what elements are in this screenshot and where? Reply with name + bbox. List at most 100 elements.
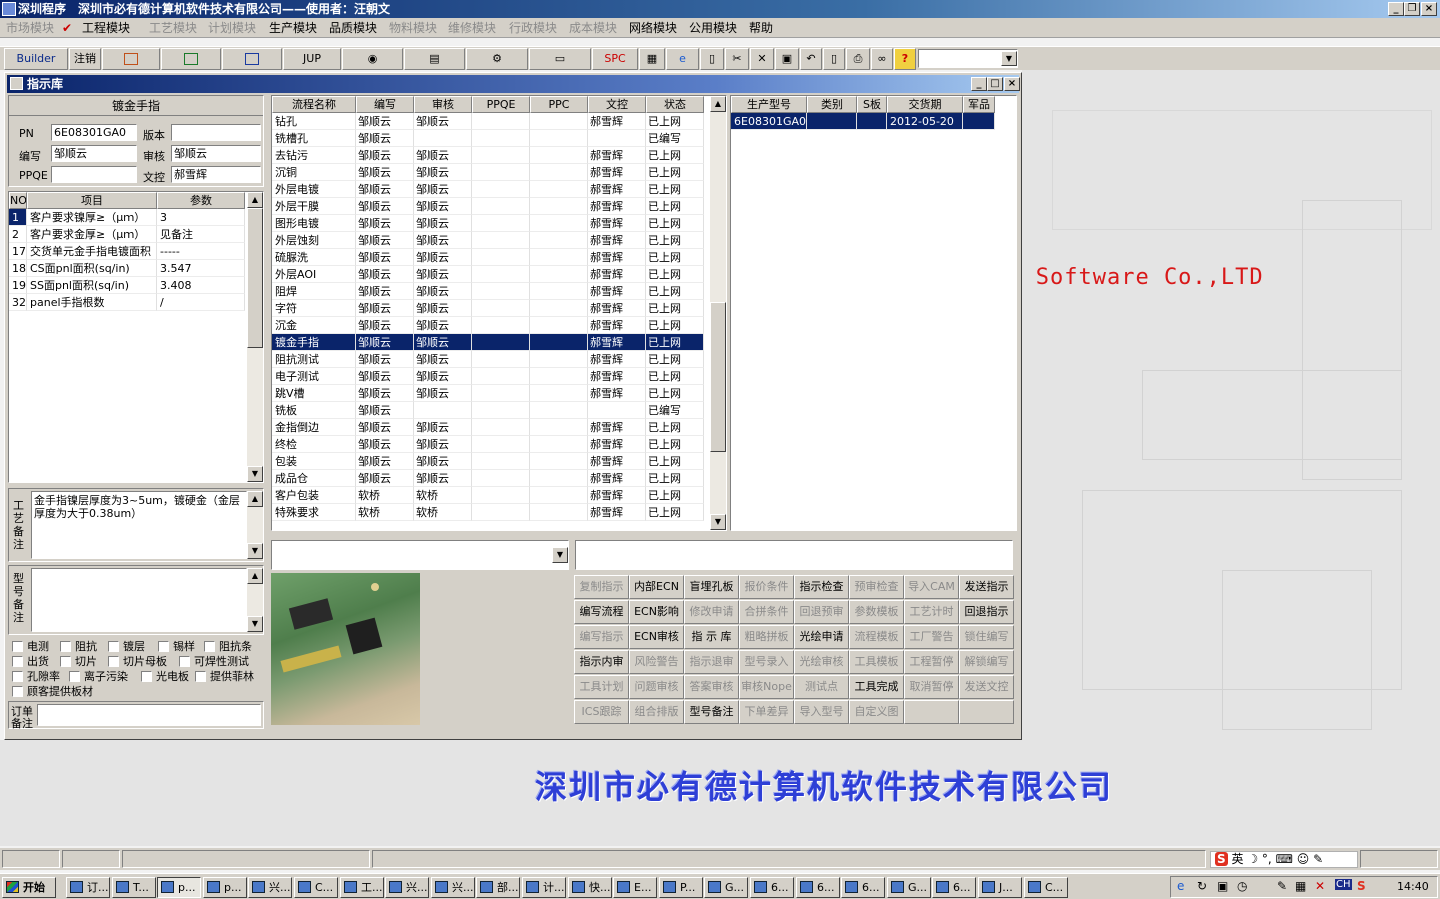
flow-cell[interactable]: 邹顺云 (356, 249, 414, 266)
toolbar-combo[interactable]: ▼ (918, 49, 1018, 68)
params-col-item[interactable]: 项目 (27, 192, 157, 209)
flow-cell[interactable] (472, 487, 530, 504)
scroll-up-icon[interactable]: ▲ (247, 491, 263, 507)
network-button[interactable]: ⚙ (466, 48, 528, 70)
flow-cell[interactable] (472, 385, 530, 402)
taskbar-item[interactable]: G... (887, 877, 931, 898)
flow-cell[interactable]: 邹顺云 (414, 453, 472, 470)
punct-icon[interactable]: °, (1262, 852, 1272, 866)
flow-cell[interactable]: 邹顺云 (356, 402, 414, 419)
close-button[interactable]: × (1421, 2, 1437, 16)
chk-customer-board[interactable]: 顾客提供板材 (12, 685, 93, 698)
flow-cell[interactable]: 邹顺云 (356, 470, 414, 487)
help-button[interactable]: ? (894, 48, 916, 70)
flow-cell[interactable]: 邹顺云 (356, 334, 414, 351)
taskbar-item[interactable]: 兴... (385, 877, 429, 898)
taskbar-item[interactable]: G... (704, 877, 748, 898)
flow-cell[interactable]: 已上网 (646, 215, 704, 232)
params-cell[interactable]: 2 (9, 226, 27, 243)
params-cell[interactable]: 1 (9, 209, 27, 226)
flow-col-reviewer[interactable]: 审核 (414, 96, 472, 113)
model-col-sboard[interactable]: S板 (857, 96, 887, 113)
flow-cell[interactable]: 已上网 (646, 198, 704, 215)
taskbar-item[interactable]: J... (978, 877, 1022, 898)
model-cell[interactable] (807, 113, 857, 130)
flow-cell[interactable]: 邹顺云 (356, 453, 414, 470)
save-button[interactable]: ▣ (775, 48, 799, 70)
flow-cell[interactable]: 郝雪辉 (588, 419, 646, 436)
flow-cell[interactable] (530, 283, 588, 300)
flow-col-status[interactable]: 状态 (646, 96, 704, 113)
flow-col-control[interactable]: 文控 (588, 96, 646, 113)
menu-quality[interactable]: 品质模块 (329, 18, 377, 38)
network-tray-icon[interactable]: ▦ (1295, 879, 1306, 893)
flow-cell[interactable] (530, 181, 588, 198)
version-field[interactable] (171, 124, 261, 141)
flow-cell[interactable] (530, 487, 588, 504)
action-button[interactable]: 审核Nope (739, 675, 794, 699)
tool-tray-icon[interactable]: ✕ (1315, 879, 1325, 893)
flow-cell[interactable]: 郝雪辉 (588, 504, 646, 521)
action-button[interactable]: 编写指示 (574, 625, 629, 649)
flow-scrollbar[interactable]: ▲ ▼ (710, 96, 726, 530)
preview-button[interactable]: ▯ (823, 48, 845, 70)
flow-cell[interactable]: 已编写 (646, 130, 704, 147)
menu-process[interactable]: 工艺模块 (149, 18, 197, 38)
action-button[interactable]: 发送指示 (959, 575, 1014, 599)
taskbar-item[interactable]: p... (157, 877, 201, 898)
taskbar-item[interactable]: 快... (568, 877, 612, 898)
action-button[interactable]: 预审检查 (849, 575, 904, 599)
flow-cell[interactable]: 邹顺云 (414, 198, 472, 215)
params-cell[interactable]: 18 (9, 260, 27, 277)
taskbar-item[interactable]: 工... (340, 877, 384, 898)
taskbar-item[interactable]: p... (203, 877, 247, 898)
flow-cell[interactable]: 邹顺云 (414, 368, 472, 385)
flow-cell[interactable]: 郝雪辉 (588, 368, 646, 385)
delete-button[interactable]: ✕ (750, 48, 774, 70)
flow-cell[interactable]: 邹顺云 (414, 334, 472, 351)
flow-cell[interactable] (414, 402, 472, 419)
search-field[interactable] (575, 540, 1013, 570)
menu-public[interactable]: 公用模块 (689, 18, 737, 38)
flow-cell[interactable] (472, 113, 530, 130)
flow-cell[interactable] (530, 334, 588, 351)
taskbar-item[interactable]: 部... (476, 877, 520, 898)
pn-field[interactable]: 6E08301GA0 (51, 124, 137, 141)
chk-electrical-test[interactable]: 电测 (12, 640, 49, 653)
flow-cell[interactable]: 郝雪辉 (588, 487, 646, 504)
flow-cell[interactable] (530, 317, 588, 334)
flow-cell[interactable] (472, 283, 530, 300)
wrench-icon[interactable]: ✎ (1313, 852, 1323, 866)
menu-market[interactable]: 市场模块 (6, 18, 54, 38)
menu-plan[interactable]: 计划模块 (208, 18, 256, 38)
new-button[interactable]: ▯ (700, 48, 724, 70)
chk-porosity[interactable]: 孔隙率 (12, 670, 60, 683)
flow-cell[interactable] (472, 130, 530, 147)
flow-combo[interactable]: ▼ (271, 540, 569, 570)
model-remark-text[interactable] (31, 568, 247, 632)
flow-cell[interactable]: 已上网 (646, 504, 704, 521)
flow-cell[interactable]: 郝雪辉 (588, 113, 646, 130)
minimize-button[interactable]: _ (1388, 2, 1404, 16)
params-cell[interactable]: panel手指根数 (27, 294, 157, 311)
taskbar-item[interactable]: T... (112, 877, 156, 898)
flow-cell[interactable] (530, 368, 588, 385)
flow-cell[interactable]: 跳V槽 (272, 385, 356, 402)
menu-maintenance[interactable]: 维修模块 (448, 18, 496, 38)
flow-cell[interactable]: 已上网 (646, 453, 704, 470)
model-cell[interactable] (857, 113, 887, 130)
menu-network[interactable]: 网络模块 (629, 18, 677, 38)
flow-cell[interactable] (472, 351, 530, 368)
flow-cell[interactable]: 已上网 (646, 249, 704, 266)
params-cell[interactable]: 32 (9, 294, 27, 311)
action-button[interactable]: 下单差异 (739, 700, 794, 724)
action-button[interactable]: 答案审核 (684, 675, 739, 699)
flow-cell[interactable]: 软桥 (414, 487, 472, 504)
flow-cell[interactable]: 已编写 (646, 402, 704, 419)
child-minimize-button[interactable]: _ (971, 77, 987, 91)
model-col-name[interactable]: 生产型号 (731, 96, 807, 113)
flow-cell[interactable]: 沉铜 (272, 164, 356, 181)
flow-cell[interactable]: 郝雪辉 (588, 351, 646, 368)
flow-cell[interactable]: 电子测试 (272, 368, 356, 385)
flow-cell[interactable]: 特殊要求 (272, 504, 356, 521)
